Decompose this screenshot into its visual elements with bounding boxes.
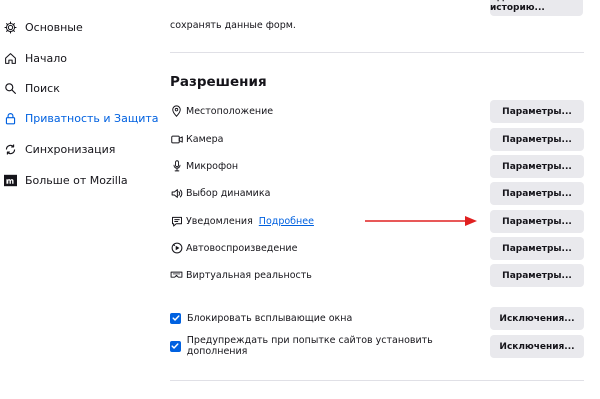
- lock-icon: [4, 112, 17, 125]
- sidebar-item-label: Начало: [25, 51, 68, 65]
- microphone-settings-button[interactable]: Параметры...: [490, 155, 584, 178]
- divider: [170, 380, 584, 381]
- home-icon: [4, 52, 17, 65]
- divider: [170, 52, 584, 53]
- block-popups-checkbox[interactable]: [170, 312, 181, 324]
- camera-settings-button[interactable]: Параметры...: [490, 128, 584, 151]
- microphone-icon: [170, 160, 183, 173]
- sidebar-item-label: Больше от Mozilla: [25, 173, 128, 187]
- autoplay-settings-button[interactable]: Параметры...: [490, 237, 584, 260]
- sidebar: Основные Начало Поиск Приватность и Защи…: [0, 0, 159, 399]
- camera-icon: [170, 133, 183, 146]
- warn-addons-row[interactable]: Предупреждать при попытке сайтов установ…: [170, 335, 490, 357]
- autoplay-icon: [170, 242, 183, 255]
- speaker-icon: [170, 187, 183, 200]
- search-icon: [4, 82, 17, 95]
- location-settings-button[interactable]: Параметры...: [490, 100, 584, 123]
- sidebar-item-mozilla[interactable]: Больше от Mozilla: [0, 167, 148, 193]
- location-icon: [170, 105, 183, 118]
- permission-label: Микрофон: [186, 160, 239, 172]
- clear-history-button[interactable]: Удалить историю...: [490, 0, 583, 16]
- sidebar-item-sync[interactable]: Синхронизация: [0, 136, 148, 162]
- block-popups-row[interactable]: Блокировать всплывающие окна: [170, 307, 490, 329]
- notifications-settings-button[interactable]: Параметры...: [490, 210, 584, 233]
- sidebar-item-privacy[interactable]: Приватность и Защита: [0, 105, 159, 131]
- sync-icon: [4, 143, 17, 156]
- permission-label: Выбор динамика: [186, 187, 271, 199]
- sidebar-item-label: Основные: [25, 20, 83, 34]
- learn-more-link[interactable]: Подробнее: [259, 216, 314, 227]
- gear-icon: [4, 20, 17, 34]
- sidebar-item-label: Синхронизация: [25, 142, 116, 156]
- sidebar-item-general[interactable]: Основные: [0, 14, 148, 40]
- preferences-page: Основные Начало Поиск Приватность и Защи…: [0, 0, 600, 399]
- sidebar-item-label: Приватность и Защита: [25, 111, 159, 125]
- block-popups-label: Блокировать всплывающие окна: [187, 312, 353, 324]
- form-data-text: сохранять данные форм.: [170, 20, 296, 31]
- notifications-icon: [170, 215, 183, 228]
- permission-label: Уведомления: [186, 215, 253, 227]
- permission-label: Автовоспроизведение: [186, 242, 298, 254]
- speaker-settings-button[interactable]: Параметры...: [490, 182, 584, 205]
- warn-addons-label: Предупреждать при попытке сайтов установ…: [186, 335, 433, 357]
- popups-exceptions-button[interactable]: Исключения...: [490, 307, 584, 330]
- permission-label: Виртуальная реальность: [186, 269, 312, 281]
- permission-label: Камера: [186, 133, 224, 145]
- vr-icon: [170, 269, 183, 282]
- annotation-arrow: [365, 216, 477, 226]
- permission-label: Местоположение: [186, 105, 274, 117]
- main-content: Удалить историю... сохранять данные форм…: [167, 0, 587, 399]
- sidebar-item-search[interactable]: Поиск: [0, 75, 148, 101]
- addons-exceptions-button[interactable]: Исключения...: [490, 335, 584, 358]
- permissions-title: Разрешения: [170, 74, 267, 90]
- sidebar-item-home[interactable]: Начало: [0, 45, 148, 71]
- sidebar-item-label: Поиск: [25, 81, 60, 95]
- vr-settings-button[interactable]: Параметры...: [490, 264, 584, 287]
- warn-addons-checkbox[interactable]: [170, 340, 181, 352]
- mozilla-icon: [4, 174, 17, 187]
